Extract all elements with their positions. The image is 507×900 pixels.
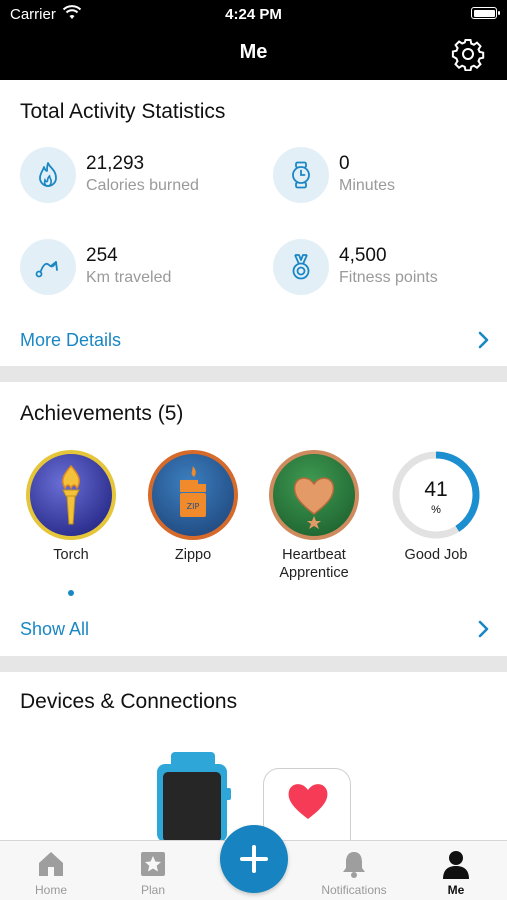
tab-label: Me bbox=[447, 883, 465, 897]
stat-distance: 254 Km traveled bbox=[20, 239, 250, 299]
home-icon bbox=[39, 852, 63, 876]
gear-icon[interactable] bbox=[451, 37, 485, 71]
nav-bar: Me bbox=[0, 28, 507, 80]
stat-calories: 21,293 Calories burned bbox=[20, 147, 250, 207]
bell-icon bbox=[343, 852, 365, 878]
tab-notifications[interactable]: Notifications bbox=[309, 849, 399, 897]
page-title: Me bbox=[239, 41, 268, 63]
svg-text:ZIP: ZIP bbox=[187, 502, 200, 511]
stat-label: Km traveled bbox=[86, 269, 172, 286]
status-bar: Carrier 4:24 PM bbox=[0, 0, 507, 28]
stat-label: Fitness points bbox=[339, 269, 438, 286]
stat-icon-circle bbox=[20, 239, 76, 295]
badge-good-job[interactable]: 41 % Good Job bbox=[381, 450, 491, 564]
flame-icon bbox=[39, 162, 57, 187]
tab-label: Notifications bbox=[321, 883, 387, 897]
show-all-row[interactable]: Show All bbox=[0, 615, 507, 645]
stat-value: 0 bbox=[339, 153, 350, 174]
heartbeat-medal-icon[interactable] bbox=[269, 450, 359, 540]
devices-heading: Devices & Connections bbox=[20, 690, 238, 713]
heart-icon bbox=[293, 477, 335, 529]
badge-name: Zippo bbox=[174, 547, 212, 563]
lighter-icon: ZIP bbox=[180, 466, 206, 517]
tab-me[interactable]: Me bbox=[411, 849, 501, 897]
torch-medal-icon[interactable] bbox=[26, 450, 116, 540]
progress-value: 41 bbox=[424, 478, 448, 501]
stat-icon-circle bbox=[273, 147, 329, 203]
plan-star-icon bbox=[141, 852, 165, 876]
more-details-link[interactable]: More Details bbox=[20, 330, 121, 351]
clock: 4:24 PM bbox=[225, 6, 282, 23]
achievements-heading: Achievements (5) bbox=[20, 402, 184, 425]
badge-name: Torch bbox=[53, 547, 89, 563]
stat-value: 254 bbox=[86, 245, 118, 266]
add-button[interactable] bbox=[220, 825, 288, 893]
zippo-medal-icon[interactable]: ZIP bbox=[148, 450, 238, 540]
torch-icon bbox=[62, 464, 80, 525]
watch-icon bbox=[292, 161, 310, 189]
more-details-row[interactable]: More Details bbox=[0, 326, 507, 356]
stat-label: Minutes bbox=[339, 177, 396, 194]
stat-label: Calories burned bbox=[86, 177, 199, 194]
badge-name: Good Job bbox=[404, 547, 468, 563]
tab-label: Plan bbox=[140, 883, 166, 897]
stat-fitness-points: 4,500 Fitness points bbox=[273, 239, 503, 299]
plus-icon bbox=[240, 845, 268, 873]
person-icon bbox=[443, 851, 469, 879]
progress-ring[interactable]: 41 % bbox=[391, 450, 481, 540]
page-indicator-dot bbox=[68, 590, 74, 596]
tab-plan[interactable]: Plan bbox=[108, 849, 198, 897]
activity-card: Total Activity Statistics 21,293 Calorie… bbox=[0, 80, 507, 366]
show-all-link[interactable]: Show All bbox=[20, 619, 89, 640]
heart-icon bbox=[288, 784, 328, 819]
stat-minutes: 0 Minutes bbox=[273, 147, 503, 207]
stat-icon-circle bbox=[20, 147, 76, 203]
chevron-right-icon[interactable] bbox=[477, 329, 491, 351]
battery-icon bbox=[471, 7, 500, 19]
tab-home[interactable]: Home bbox=[6, 849, 96, 897]
activity-heading: Total Activity Statistics bbox=[20, 100, 226, 123]
smartwatch-device[interactable] bbox=[157, 752, 231, 842]
badge-heartbeat-apprentice[interactable]: Heartbeat Apprentice bbox=[259, 450, 369, 582]
health-app-device[interactable] bbox=[263, 768, 351, 842]
badge-zippo[interactable]: ZIP Zippo bbox=[138, 450, 248, 564]
medal-icon bbox=[292, 254, 310, 280]
progress-unit: % bbox=[431, 504, 441, 516]
achievements-card: Achievements (5) Torch ZIP Zippo Heartbe… bbox=[0, 382, 507, 656]
stat-value: 21,293 bbox=[86, 153, 145, 174]
tab-label: Home bbox=[34, 883, 67, 897]
devices-card: Devices & Connections bbox=[0, 672, 507, 842]
badge-torch[interactable]: Torch bbox=[16, 450, 126, 564]
route-icon bbox=[35, 261, 58, 278]
stat-value: 4,500 bbox=[339, 245, 387, 266]
chevron-right-icon[interactable] bbox=[477, 618, 491, 640]
smartwatch-icon bbox=[157, 752, 231, 842]
badge-name: Heartbeat Apprentice bbox=[279, 547, 349, 581]
stat-icon-circle bbox=[273, 239, 329, 295]
